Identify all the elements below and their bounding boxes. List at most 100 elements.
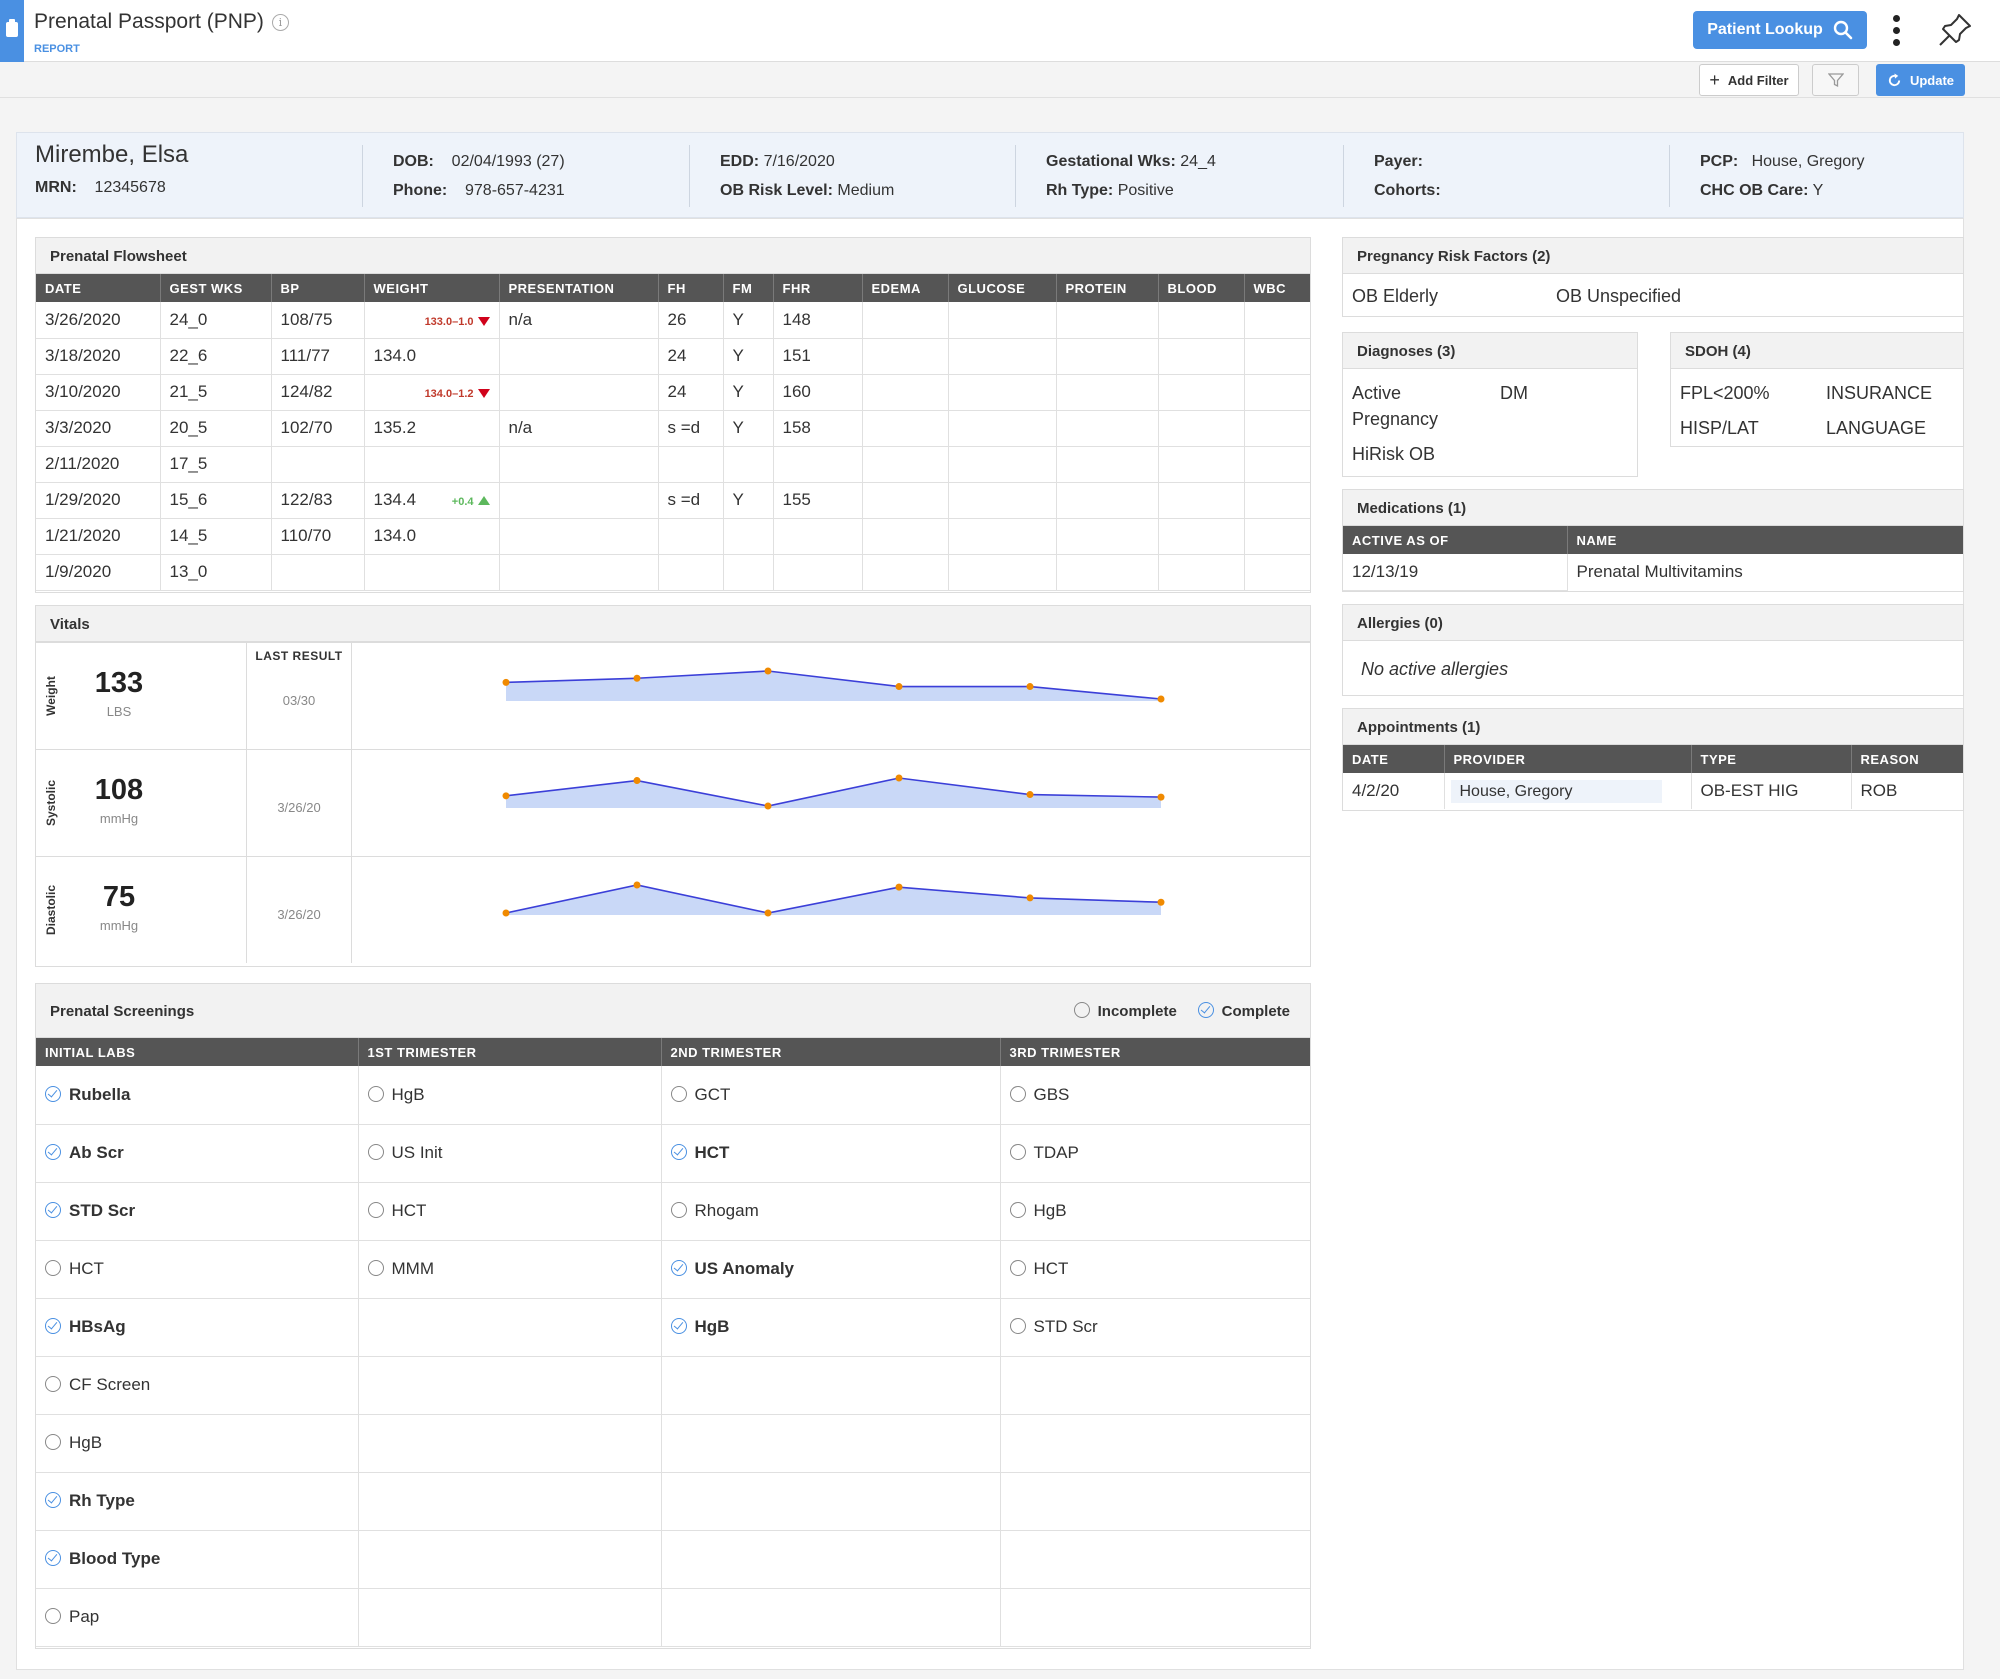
flowsheet-col-header: FHR [773, 274, 863, 302]
flowsheet-row[interactable]: 3/26/2020 24_0 108/75 133.0–1.0 n/a 26 Y 148 [36, 302, 1310, 339]
screening-cell: HCT [358, 1182, 662, 1241]
sparkline-point[interactable] [764, 667, 772, 675]
sparkline-point[interactable] [633, 881, 641, 889]
complete-check-icon[interactable] [45, 1492, 61, 1508]
gestation-summary: Gestational Wks: 24_4 Rh Type: Positive [1046, 147, 1216, 205]
flowsheet-row[interactable]: 3/3/2020 20_5 102/70 135.2 n/a s =d Y 158 [36, 410, 1310, 447]
complete-check-icon[interactable] [45, 1550, 61, 1566]
flowsheet-cell-empty [1244, 446, 1310, 483]
mrn-label: MRN: [35, 179, 77, 196]
complete-check-icon[interactable] [45, 1144, 61, 1160]
incomplete-circle-icon[interactable] [45, 1260, 61, 1276]
divider [1015, 145, 1016, 207]
flowsheet-row[interactable]: 2/11/2020 17_5 [36, 446, 1310, 483]
appointment-provider-name[interactable]: House, Gregory [1450, 780, 1663, 803]
sparkline-point[interactable] [1026, 791, 1034, 799]
medication-row[interactable]: 12/13/19 Prenatal Multivitamins [1343, 554, 1963, 591]
filter-toggle-button[interactable] [1812, 64, 1859, 96]
incomplete-circle-icon[interactable] [367, 1202, 384, 1218]
flowsheet-col-header: PROTEIN [1056, 274, 1159, 302]
flowsheet-cell-pres [499, 374, 659, 411]
incomplete-circle-icon[interactable] [45, 1434, 61, 1450]
sparkline-point[interactable] [502, 678, 510, 686]
flowsheet-cell-empty [862, 518, 949, 555]
incomplete-circle-icon[interactable] [1009, 1144, 1026, 1160]
sparkline-point[interactable] [895, 774, 903, 782]
incomplete-circle-icon[interactable] [670, 1202, 687, 1218]
patient-lookup-button[interactable]: Patient Lookup [1693, 11, 1867, 49]
vital-value-cell: 133 LBS [66, 643, 172, 749]
screening-label: HCT [694, 1143, 730, 1162]
incomplete-circle-icon[interactable] [1009, 1202, 1026, 1218]
flowsheet-cell-gest: 15_6 [160, 482, 272, 519]
vital-sparkline [502, 667, 1165, 703]
screening-label: MMM [391, 1259, 434, 1278]
sparkline-point[interactable] [633, 777, 641, 785]
sparkline-point[interactable] [764, 802, 772, 810]
risk-factor-item: OB Unspecified [1556, 286, 1682, 306]
dob-label: DOB: [393, 153, 434, 170]
sparkline-point[interactable] [1026, 894, 1034, 902]
sparkline-point[interactable] [1157, 793, 1165, 801]
flowsheet-row[interactable]: 1/9/2020 13_0 [36, 554, 1310, 591]
complete-check-icon[interactable] [670, 1260, 687, 1276]
flowsheet-cell-empty [1056, 446, 1159, 483]
flowsheet-cell-fh [658, 518, 724, 555]
sparkline-point[interactable] [895, 683, 903, 691]
sparkline-point[interactable] [1157, 695, 1165, 703]
dob-value: 02/04/1993 (27) [451, 153, 565, 170]
complete-check-icon[interactable] [45, 1202, 61, 1218]
sparkline-point[interactable] [633, 674, 641, 682]
info-icon[interactable]: i [271, 14, 289, 31]
screening-label: US Anomaly [694, 1259, 795, 1278]
appointment-row[interactable]: 4/2/20 House, Gregory OB-EST HIG ROB [1343, 773, 1963, 809]
flowsheet-cell-weight: 134.0–1.2 [364, 374, 500, 411]
incomplete-circle-icon[interactable] [367, 1085, 384, 1102]
incomplete-circle-icon[interactable] [1009, 1260, 1026, 1276]
vital-label-cell: Weight [36, 643, 66, 749]
complete-check-icon[interactable] [45, 1318, 61, 1334]
flowsheet-cell-empty [1056, 554, 1159, 591]
flowsheet-cell-empty [1244, 518, 1310, 555]
flowsheet-cell-empty [948, 446, 1057, 483]
complete-check-icon[interactable] [45, 1085, 61, 1102]
flowsheet-cell-fhr [773, 446, 863, 483]
flowsheet-cell-empty [862, 338, 949, 375]
pin-icon[interactable] [1935, 10, 1975, 50]
sparkline-point[interactable] [502, 909, 510, 917]
weight-value: 134.4 [373, 490, 417, 509]
incomplete-circle-icon[interactable] [367, 1260, 384, 1276]
flowsheet-row[interactable]: 1/21/2020 14_5 110/70 134.0 [36, 518, 1310, 555]
sparkline-point[interactable] [502, 792, 510, 800]
update-button[interactable]: Update [1876, 64, 1965, 96]
screening-cell [661, 1356, 1001, 1415]
screening-cell: Rhogam [661, 1182, 1001, 1241]
more-options-icon[interactable] [1888, 12, 1904, 48]
complete-check-icon[interactable] [670, 1144, 687, 1160]
pregnancy-summary: EDD: 7/16/2020 OB Risk Level: Medium [720, 147, 894, 205]
medication-name: Prenatal Multivitamins [1576, 562, 1743, 581]
sparkline-point[interactable] [764, 909, 772, 917]
incomplete-circle-icon[interactable] [45, 1376, 61, 1392]
incomplete-circle-icon[interactable] [670, 1085, 687, 1102]
sparkline-point[interactable] [1026, 683, 1034, 691]
flowsheet-row[interactable]: 3/10/2020 21_5 124/82 134.0–1.2 24 Y 160 [36, 374, 1310, 411]
flowsheet-cell-gest: 24_0 [160, 302, 272, 339]
incomplete-circle-icon[interactable] [1009, 1318, 1026, 1334]
flowsheet-cell-empty [862, 482, 949, 519]
screening-cell: HCT [1000, 1240, 1310, 1299]
flowsheet-row[interactable]: 3/18/2020 22_6 111/77 134.0 24 Y 151 [36, 338, 1310, 375]
incomplete-circle-icon[interactable] [367, 1144, 384, 1160]
patient-name: Mirembe, Elsa [35, 141, 189, 168]
vital-date: 3/26/20 [277, 800, 321, 815]
sparkline-point[interactable] [1157, 898, 1165, 906]
flowsheet-row[interactable]: 1/29/2020 15_6 122/83 134.4 +0.4 s =d Y 155 [36, 482, 1310, 519]
care-summary: PCP: House, Gregory CHC OB Care: Y [1700, 147, 1865, 205]
appointment-date: 4/2/20 [1343, 773, 1445, 809]
flowsheet-cell-fh: 24 [658, 374, 724, 411]
complete-check-icon[interactable] [670, 1318, 687, 1334]
add-filter-button[interactable]: + Add Filter [1699, 64, 1799, 96]
incomplete-circle-icon[interactable] [1009, 1085, 1026, 1102]
sparkline-point[interactable] [895, 883, 903, 891]
incomplete-circle-icon[interactable] [45, 1608, 61, 1624]
